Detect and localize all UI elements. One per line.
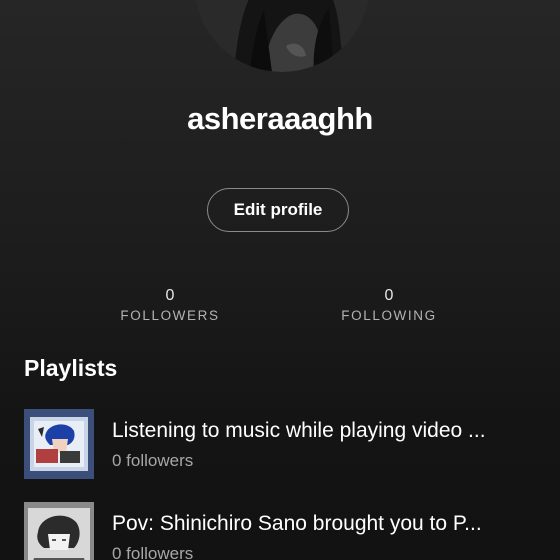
- following-label: FOLLOWING: [341, 308, 437, 323]
- playlist-followers: 0 followers: [112, 544, 194, 560]
- playlist-cover: [24, 502, 94, 560]
- playlist-cover-image: [24, 409, 94, 479]
- avatar-image: [194, 0, 370, 72]
- following-stat[interactable]: 0 FOLLOWING: [309, 286, 469, 326]
- playlist-followers: 0 followers: [112, 451, 194, 470]
- profile-avatar[interactable]: [194, 0, 370, 72]
- playlist-cover-image: [24, 502, 94, 560]
- following-count: 0: [384, 287, 394, 304]
- playlist-title: Pov: Shinichiro Sano brought you to P...: [112, 512, 482, 535]
- followers-count: 0: [165, 287, 175, 304]
- edit-profile-button[interactable]: Edit profile: [207, 188, 349, 232]
- playlist-title: Listening to music while playing video .…: [112, 419, 486, 442]
- playlist-item[interactable]: Pov: Shinichiro Sano brought you to P...…: [24, 502, 560, 560]
- followers-stat[interactable]: 0 FOLLOWERS: [90, 286, 250, 326]
- playlist-cover: [24, 409, 94, 479]
- playlists-heading: Playlists: [24, 355, 118, 381]
- followers-label: FOLLOWERS: [120, 308, 220, 323]
- profile-username: asheraaaghh: [187, 101, 373, 136]
- playlist-item[interactable]: Listening to music while playing video .…: [24, 409, 560, 479]
- profile-page: asheraaaghh Edit profile 0 FOLLOWERS 0 F…: [0, 0, 560, 560]
